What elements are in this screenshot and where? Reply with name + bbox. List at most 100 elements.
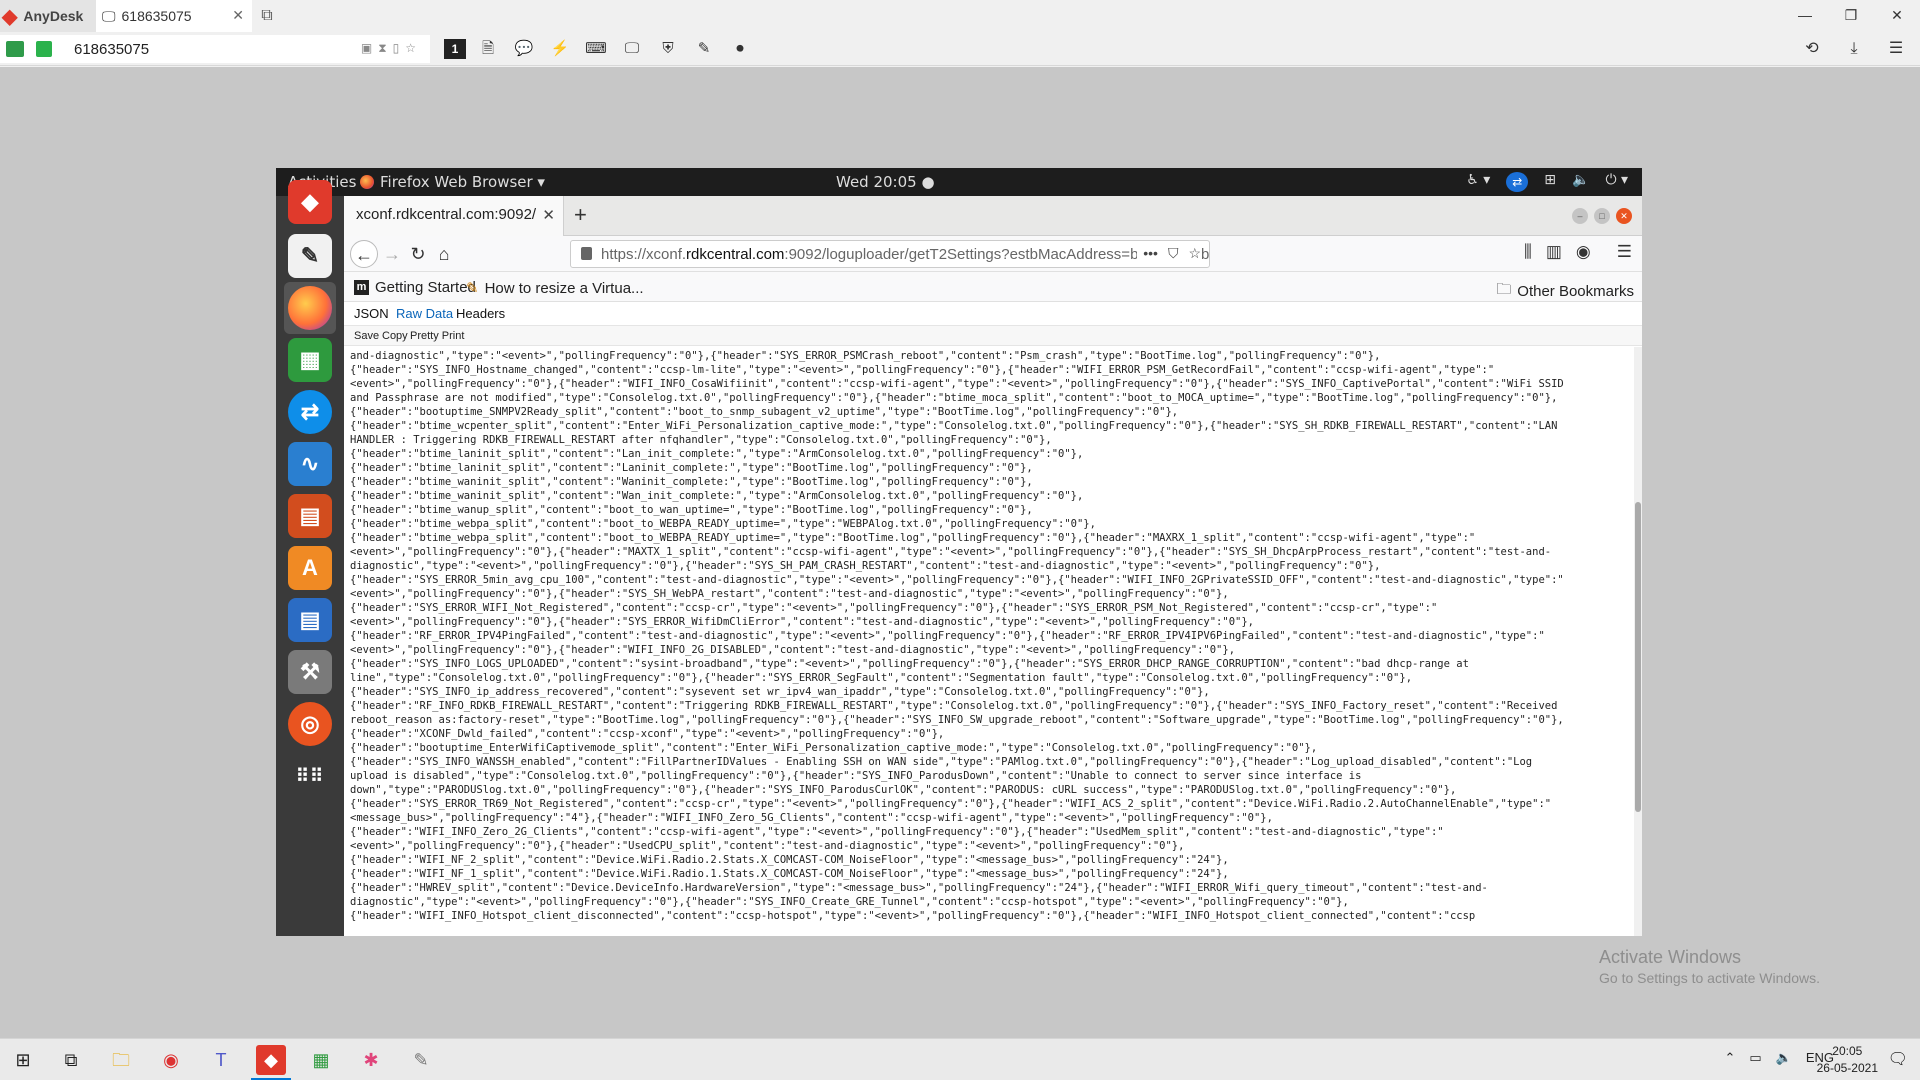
reload-button[interactable]: ↻ xyxy=(404,240,432,268)
power-icon[interactable]: ⏻ ▾ xyxy=(1605,172,1628,192)
scrollbar-thumb[interactable] xyxy=(1635,502,1641,812)
display-icon[interactable]: 🖵 xyxy=(618,35,646,63)
pretty-print-button[interactable]: Pretty Print xyxy=(410,330,464,342)
save-button[interactable]: Save xyxy=(354,330,379,342)
chevron-up-icon[interactable]: ⌃ xyxy=(1724,1050,1735,1066)
close-button[interactable]: ✕ xyxy=(1874,0,1920,32)
address-actions-icons[interactable]: ▣⧗▯☆ xyxy=(361,41,422,56)
dock-ubuntu[interactable]: ◎ xyxy=(284,698,336,750)
ff-maximize-button[interactable]: □ xyxy=(1594,208,1610,224)
bookmark-getting-started[interactable]: m Getting Started xyxy=(354,279,476,296)
monitor-select-button[interactable]: 1 xyxy=(444,39,466,59)
menu-icon[interactable]: ☰ xyxy=(1882,35,1910,63)
notification-icon[interactable]: 🗨 xyxy=(1888,1049,1908,1069)
dock-anydesk[interactable]: ◆ xyxy=(284,176,336,228)
dock-show-apps[interactable]: ⠿⠿ xyxy=(284,750,336,802)
bookmark-star-icon[interactable]: ☆ xyxy=(1188,245,1201,262)
dock-calc[interactable]: ▦ xyxy=(284,334,336,386)
taskbar-clock[interactable]: 20:05 26-05-2021 xyxy=(1817,1043,1878,1077)
anydesk-address-field[interactable]: 618635075 ▣⧗▯☆ xyxy=(0,35,430,63)
dock-text-editor[interactable]: ✎ xyxy=(284,230,336,282)
bookmark-resize-virtual[interactable]: ✎ How to resize a Virtua... xyxy=(466,279,644,298)
teamviewer-icon[interactable]: ⇄ xyxy=(1506,172,1529,192)
slack-icon[interactable]: ✱ xyxy=(356,1045,386,1075)
file-explorer-icon[interactable]: 🗀 xyxy=(106,1045,136,1075)
anydesk-tabbar: ◆ AnyDesk 🖵 618635075 ✕ ⧉ — ❐ ✕ xyxy=(0,0,1920,32)
tab-close-icon[interactable]: ✕ xyxy=(542,206,555,224)
tab-headers[interactable]: Headers xyxy=(456,306,505,321)
url-bar[interactable]: https://xconf.rdkcentral.com:9092/logupl… xyxy=(570,240,1210,268)
maximize-button[interactable]: ❐ xyxy=(1828,0,1874,32)
chat-icon[interactable]: 💬 xyxy=(510,35,538,63)
close-tab-icon[interactable]: ✕ xyxy=(232,7,244,24)
new-session-icon[interactable]: ⧉ xyxy=(252,7,282,25)
raw-line: {"header":"btime_wanup_split","content":… xyxy=(350,504,1033,516)
dock-monitor[interactable]: ∿ xyxy=(284,438,336,490)
pocket-icon[interactable]: ⛉ xyxy=(1168,245,1179,262)
hamburger-menu-icon[interactable]: ☰ xyxy=(1617,242,1632,262)
record-icon[interactable]: ⏺ xyxy=(726,35,754,63)
anydesk-taskbar-icon[interactable]: ◆ xyxy=(256,1045,286,1075)
sheets-icon[interactable]: ▦ xyxy=(306,1045,336,1075)
anydesk-session-tab[interactable]: 🖵 618635075 ✕ xyxy=(96,0,252,32)
whiteboard-icon[interactable]: ✎ xyxy=(690,35,718,63)
dock-teamviewer[interactable]: ⇄ xyxy=(284,386,336,438)
remote-ubuntu-screen: Activities Firefox Web Browser ▾ Wed 20:… xyxy=(276,168,1642,936)
dock-writer[interactable]: ▤ xyxy=(284,594,336,646)
software-center-icon: A xyxy=(288,546,332,590)
volume-icon[interactable]: 🔈 xyxy=(1572,172,1589,192)
app-menu[interactable]: Firefox Web Browser ▾ xyxy=(360,173,545,191)
ff-minimize-button[interactable]: – xyxy=(1572,208,1588,224)
home-button[interactable]: ⌂ xyxy=(430,240,458,268)
raw-line: {"header":"bootuptime_EnterWifiCaptivemo… xyxy=(350,742,1318,754)
file-transfer-icon[interactable]: 🗎 xyxy=(474,35,502,63)
raw-line: <event>","pollingFrequency":"0"},{"heade… xyxy=(350,588,1229,600)
bookmarks-toolbar: m Getting Started ✎ How to resize a Virt… xyxy=(344,272,1642,302)
task-view-icon[interactable]: ⧉ xyxy=(56,1045,86,1075)
dock-settings[interactable]: ⚒ xyxy=(284,646,336,698)
permissions-icon[interactable]: ⛨ xyxy=(654,35,682,63)
tab-raw-data[interactable]: Raw Data xyxy=(396,306,453,321)
new-tab-button[interactable]: + xyxy=(574,202,587,228)
dock-software[interactable]: A xyxy=(284,542,336,594)
firefox-tabbar: xconf.rdkcentral.com:9092/ ✕ + – □ ✕ xyxy=(344,196,1642,236)
speaker-icon[interactable]: 🔈 xyxy=(1776,1050,1792,1066)
raw-line: and-diagnostic","type":"<event>","pollin… xyxy=(350,350,1381,362)
forward-button[interactable]: → xyxy=(378,240,406,268)
minimize-button[interactable]: — xyxy=(1782,0,1828,32)
tab-title: xconf.rdkcentral.com:9092/ xyxy=(356,206,537,223)
raw-scrollbar[interactable] xyxy=(1634,347,1642,936)
keyboard-icon[interactable]: ⌨ xyxy=(582,35,610,63)
copy-button[interactable]: Copy xyxy=(382,330,408,342)
chrome-icon[interactable]: ◉ xyxy=(156,1045,186,1075)
raw-line: {"header":"XCONF_Dwld_failed","content":… xyxy=(350,728,945,740)
page-actions-icon[interactable]: ••• xyxy=(1143,245,1158,262)
dock-firefox[interactable] xyxy=(284,282,336,334)
download-icon[interactable]: ⤓ xyxy=(1840,35,1868,63)
start-icon[interactable]: ⊞ xyxy=(8,1045,38,1075)
network-icon[interactable]: ⊞ xyxy=(1544,172,1556,192)
actions-icon[interactable]: ⚡ xyxy=(546,35,574,63)
raw-line: {"header":"btime_waninit_split","content… xyxy=(350,490,1084,502)
accessibility-icon[interactable]: ♿ ▾ xyxy=(1466,172,1490,192)
raw-line: <event>","pollingFrequency":"0"},{"heade… xyxy=(350,616,1254,628)
account-icon[interactable]: ◉ xyxy=(1576,242,1591,262)
other-bookmarks[interactable]: 🗀 Other Bookmarks xyxy=(1496,279,1634,304)
library-icon[interactable]: ⫼ xyxy=(1524,242,1532,262)
back-button[interactable]: ← xyxy=(350,240,378,268)
pen-app-icon[interactable]: ✎ xyxy=(406,1045,436,1075)
sidebar-icon[interactable]: ▥ xyxy=(1546,242,1562,262)
address-value[interactable]: 618635075 xyxy=(74,41,149,58)
history-icon[interactable]: ⟲ xyxy=(1798,35,1826,63)
battery-icon[interactable]: ▭ xyxy=(1749,1050,1761,1066)
dock-impress[interactable]: ▤ xyxy=(284,490,336,542)
clock[interactable]: Wed 20:05 ● xyxy=(836,173,935,191)
firefox-tab-active[interactable]: xconf.rdkcentral.com:9092/ ✕ xyxy=(344,196,564,236)
raw-data-content[interactable]: and-diagnostic","type":"<event>","pollin… xyxy=(344,347,1634,936)
raw-line: {"header":"SYS_INFO_LOGS_UPLOADED","cont… xyxy=(350,658,1469,670)
tab-json[interactable]: JSON xyxy=(354,306,389,321)
ff-close-button[interactable]: ✕ xyxy=(1616,208,1632,224)
pencil-icon: ✎ xyxy=(466,280,479,297)
teams-icon[interactable]: T xyxy=(206,1045,236,1075)
anydesk-logo[interactable]: ◆ AnyDesk xyxy=(0,0,96,32)
